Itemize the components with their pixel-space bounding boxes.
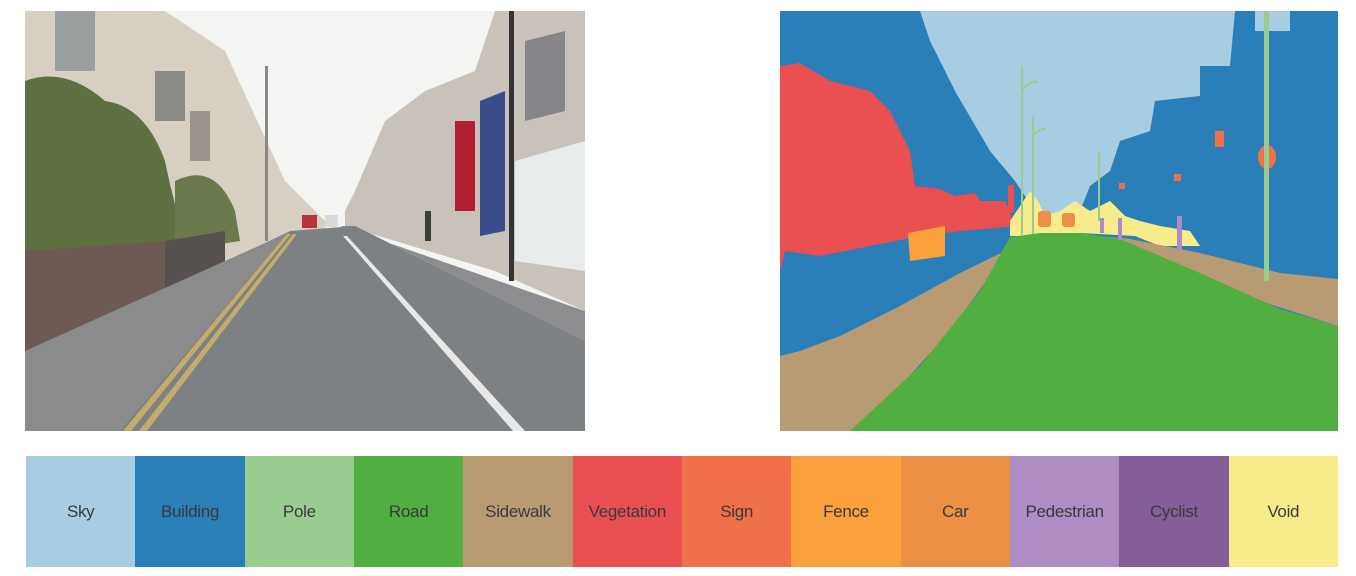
legend-label: Road bbox=[388, 501, 429, 521]
legend-label: Building bbox=[160, 501, 220, 521]
legend-vegetation: Vegetation bbox=[572, 456, 682, 567]
legend-label: Sky bbox=[66, 501, 95, 521]
legend-label: Pole bbox=[282, 501, 316, 521]
legend-road: Road bbox=[353, 456, 464, 567]
segmentation-map-image bbox=[780, 11, 1338, 431]
photo-window bbox=[525, 31, 565, 121]
photo-shopfront-red bbox=[455, 121, 475, 211]
seg-pedestrian-3 bbox=[1100, 218, 1104, 233]
legend-pedestrian: Pedestrian bbox=[1009, 456, 1120, 567]
legend-label: Fence bbox=[823, 501, 869, 521]
seg-car-2 bbox=[1062, 213, 1075, 227]
legend-fence: Fence bbox=[791, 456, 901, 567]
photo-car-red bbox=[302, 215, 317, 228]
photo-pole bbox=[509, 11, 514, 281]
seg-pole bbox=[1264, 11, 1269, 281]
photo-window bbox=[55, 11, 95, 71]
seg-sign bbox=[1215, 131, 1224, 147]
legend-label: Car bbox=[942, 501, 969, 521]
photo-window bbox=[155, 71, 185, 121]
segmentation-map bbox=[780, 11, 1338, 431]
legend-void: Void bbox=[1228, 456, 1338, 567]
legend-sky: Sky bbox=[26, 456, 136, 567]
seg-vegetation-2 bbox=[1008, 185, 1014, 213]
seg-sign-3 bbox=[1119, 183, 1125, 189]
legend-building: Building bbox=[135, 456, 245, 567]
seg-sign-2 bbox=[1174, 174, 1181, 181]
legend-pole: Pole bbox=[244, 456, 354, 567]
street-photo-image bbox=[25, 11, 585, 431]
photo-car-white bbox=[325, 215, 338, 227]
legend-label: Void bbox=[1267, 501, 1300, 521]
photo-lamp-pole bbox=[265, 66, 268, 241]
legend-label: Vegetation bbox=[588, 501, 667, 521]
legend-label: Sign bbox=[720, 501, 754, 521]
legend-label: Pedestrian bbox=[1025, 501, 1104, 521]
seg-lamp-pole bbox=[1021, 66, 1023, 236]
seg-pedestrian-2 bbox=[1118, 218, 1122, 240]
seg-pedestrian bbox=[1177, 216, 1182, 251]
photo-pedestrian bbox=[425, 211, 431, 241]
seg-car bbox=[1038, 211, 1051, 227]
legend-cyclist: Cyclist bbox=[1119, 456, 1229, 567]
seg-lamp-pole-3 bbox=[1098, 151, 1100, 221]
legend-car: Car bbox=[900, 456, 1010, 567]
photo-shopfront-blue bbox=[480, 91, 505, 236]
photo-window bbox=[190, 111, 210, 161]
legend-sign: Sign bbox=[681, 456, 792, 567]
legend-sidewalk: Sidewalk bbox=[463, 456, 573, 567]
photo-shopfront-white bbox=[515, 141, 585, 271]
class-legend: Sky Building Pole Road Sidewalk Vegetati… bbox=[26, 456, 1338, 567]
legend-label: Sidewalk bbox=[485, 501, 551, 521]
legend-label: Cyclist bbox=[1149, 501, 1198, 521]
street-photo bbox=[25, 11, 585, 431]
